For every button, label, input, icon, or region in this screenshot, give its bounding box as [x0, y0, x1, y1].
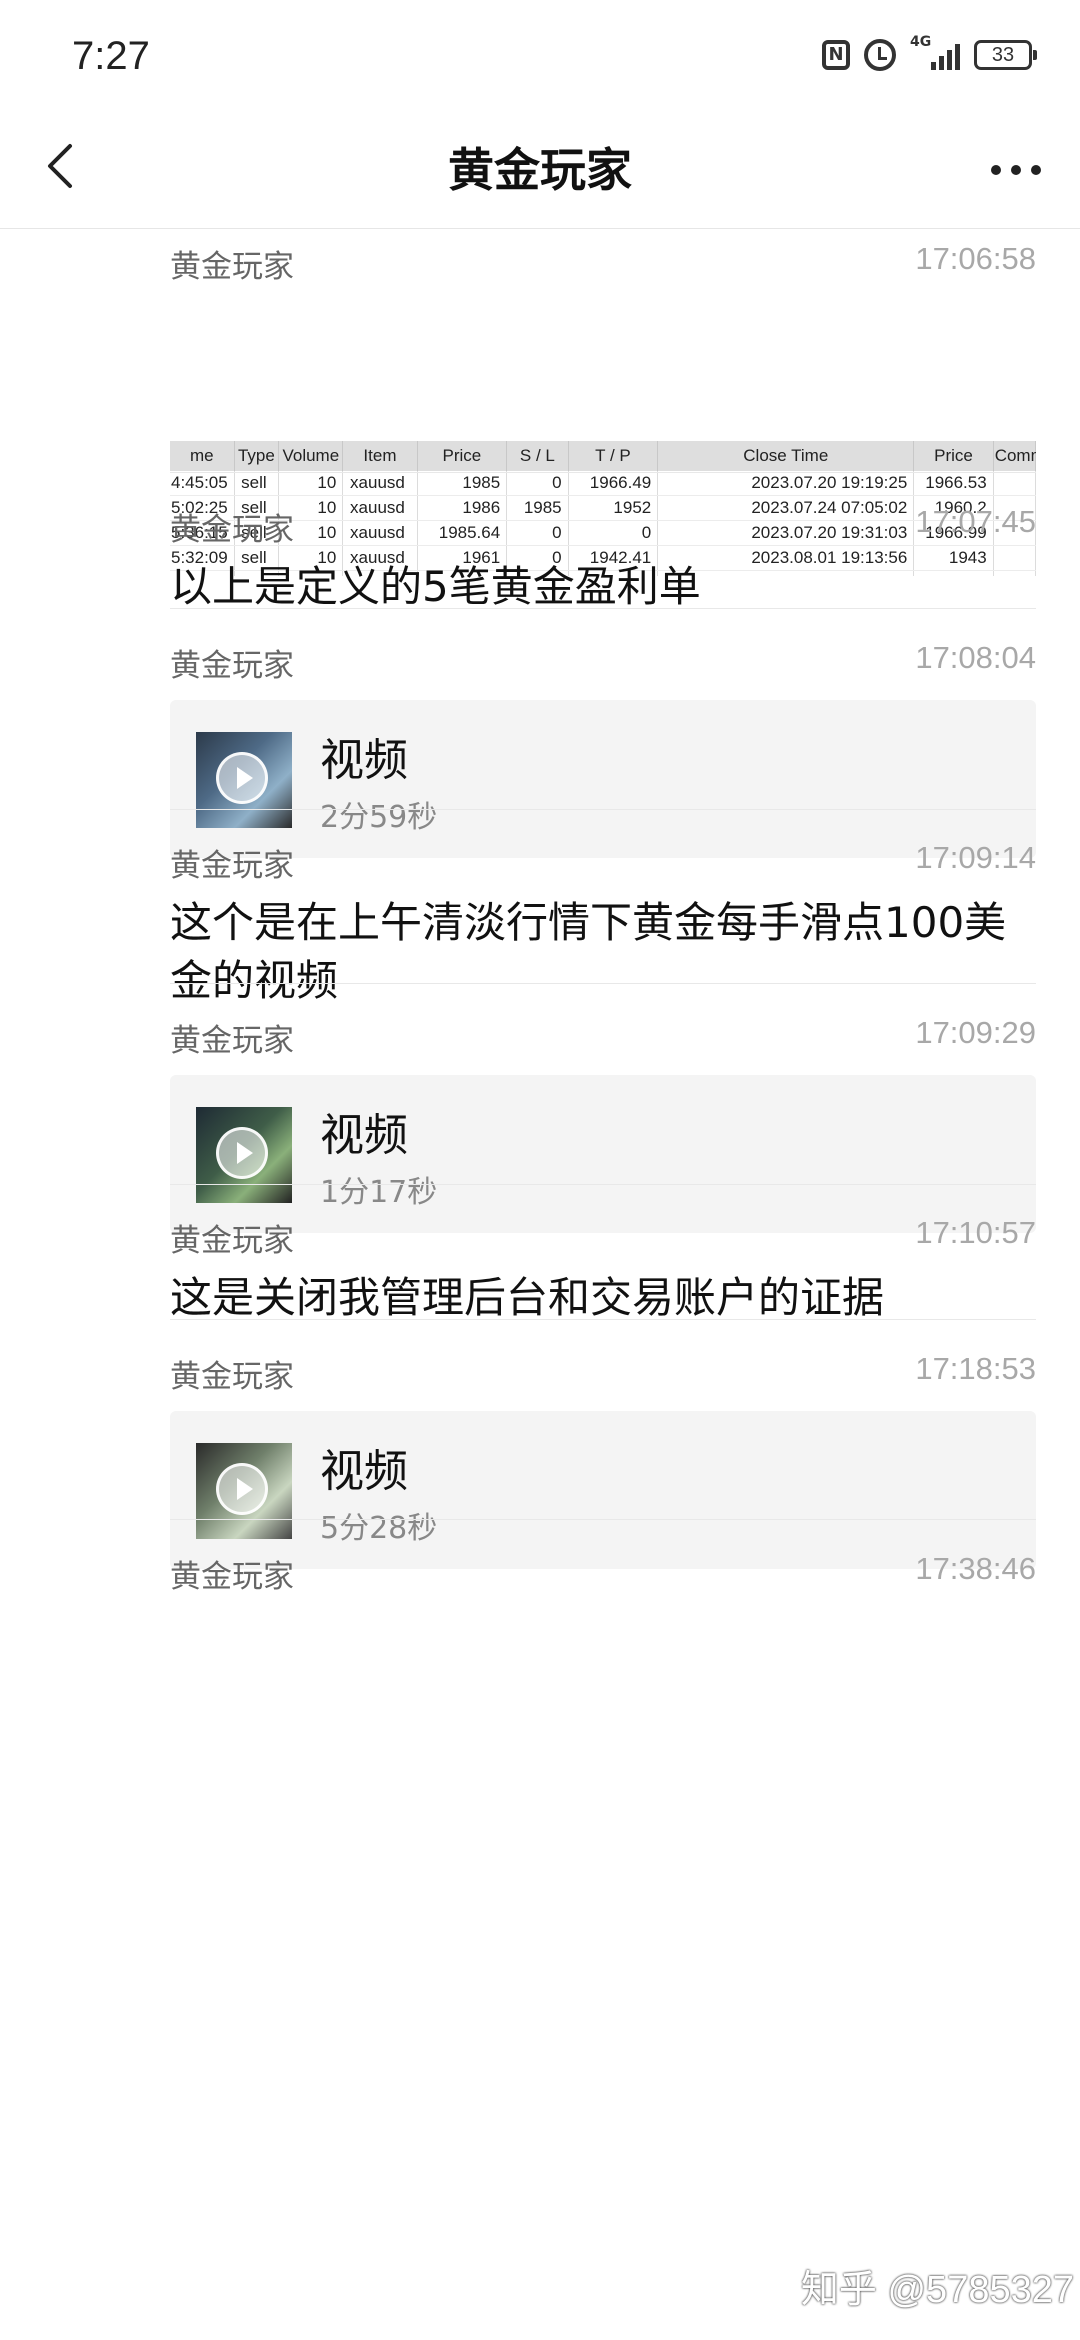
trade-cell: xauusd [342, 471, 418, 496]
sender-name: 黄金玩家 [170, 848, 294, 884]
navigation-bar: 黄金玩家 [0, 110, 1080, 229]
divider [170, 1184, 1036, 1185]
video-message-card[interactable]: 视频 5分28秒 [170, 1411, 1036, 1569]
col-header: me [170, 441, 235, 471]
message-time: 17:09:14 [915, 840, 1036, 875]
message-item: 黄金玩家 17:38:46 [170, 1551, 1036, 1601]
chat-title: 黄金玩家 [448, 143, 632, 197]
col-header: Volume [278, 441, 344, 471]
message-text: 这个是在上午清淡行情下黄金每手滑点100美金的视频 [170, 898, 1007, 1005]
alarm-icon [864, 39, 896, 71]
col-header: T / P [568, 441, 659, 471]
trade-cell: 1966.53 [913, 471, 994, 496]
divider [170, 809, 1036, 810]
status-time: 7:27 [72, 34, 150, 78]
sender-name: 黄金玩家 [170, 1023, 294, 1059]
divider [170, 983, 1036, 984]
video-title: 视频 [320, 735, 408, 786]
sender-name: 黄金玩家 [170, 1359, 294, 1395]
message-item: 黄金玩家 17:08:04 视频 2分59秒 [170, 640, 1036, 858]
message-time: 17:08:04 [915, 640, 1036, 675]
video-message-card[interactable]: 视频 1分17秒 [170, 1075, 1036, 1233]
message-time: 17:06:58 [915, 241, 1036, 276]
divider [170, 1319, 1036, 1320]
trade-cell: 0 [506, 471, 569, 496]
divider [170, 608, 1036, 609]
video-thumbnail [196, 732, 292, 828]
sender-name: 黄金玩家 [170, 249, 294, 285]
trade-cell: 1985 [417, 471, 508, 496]
play-icon [216, 1127, 268, 1179]
video-title: 视频 [320, 1446, 408, 1497]
video-duration: 2分59秒 [320, 800, 438, 835]
status-icons: N 4G 33 [822, 34, 1037, 72]
trade-cell: 4:45:05 [170, 471, 235, 496]
col-header: S / L [506, 441, 569, 471]
message-item: 黄金玩家 17:09:14 这个是在上午清淡行情下黄金每手滑点100美金的视频 [170, 840, 1036, 1010]
message-time: 17:38:46 [915, 1551, 1036, 1586]
more-options-icon[interactable] [986, 140, 1046, 200]
trade-row: 4:45:05 sell 10 xauusd 1985 0 1966.49 2023.07.2… [170, 471, 1036, 496]
divider [170, 1519, 1036, 1520]
message-time: 17:18:53 [915, 1351, 1036, 1386]
trade-cell: sell [234, 471, 280, 496]
trade-cell: 1966.49 [568, 471, 659, 496]
battery-icon: 33 [974, 40, 1037, 70]
sender-name: 黄金玩家 [170, 648, 294, 684]
sender-name: 黄金玩家 [170, 512, 294, 548]
status-bar: 7:27 N 4G 33 [0, 0, 1080, 110]
network-type-label: 4G [910, 34, 932, 50]
trade-table-header-row: me Type Volume Item Price S / L T / P Cl… [170, 441, 1036, 471]
video-title: 视频 [320, 1110, 408, 1161]
video-thumbnail [196, 1107, 292, 1203]
watermark-text: 知乎 @5785327 [800, 2269, 1074, 2311]
video-duration: 5分28秒 [320, 1511, 438, 1546]
message-item: 黄金玩家 17:09:29 视频 1分17秒 [170, 1015, 1036, 1233]
trade-cell [993, 471, 1036, 496]
message-time: 17:09:29 [915, 1015, 1036, 1050]
trade-cell: 10 [278, 471, 344, 496]
col-header: Comm [993, 441, 1036, 471]
message-time: 17:10:57 [915, 1215, 1036, 1250]
col-header: Price [417, 441, 508, 471]
message-item: 黄金玩家 17:10:57 这是关闭我管理后台和交易账户的证据 [170, 1215, 1036, 1327]
play-icon [216, 1463, 268, 1515]
video-message-card[interactable]: 视频 2分59秒 [170, 700, 1036, 858]
message-time: 17:07:45 [915, 504, 1036, 539]
trade-cell: 2023.07.20 19:19:25 [657, 471, 915, 496]
cellular-signal-icon: 4G [910, 34, 960, 72]
col-header: Type [234, 441, 280, 471]
sender-name: 黄金玩家 [170, 1559, 294, 1595]
divider [170, 472, 1036, 473]
message-item: 黄金玩家 17:07:45 以上是定义的5笔黄金盈利单 [170, 504, 1036, 616]
video-duration: 1分17秒 [320, 1175, 438, 1210]
sender-name: 黄金玩家 [170, 1223, 294, 1259]
col-header: Item [342, 441, 418, 471]
nfc-icon: N [822, 40, 850, 70]
col-header: Close Time [657, 441, 915, 471]
col-header: Price [913, 441, 994, 471]
video-thumbnail [196, 1443, 292, 1539]
message-item: 黄金玩家 17:18:53 视频 5分28秒 [170, 1351, 1036, 1569]
play-icon [216, 752, 268, 804]
